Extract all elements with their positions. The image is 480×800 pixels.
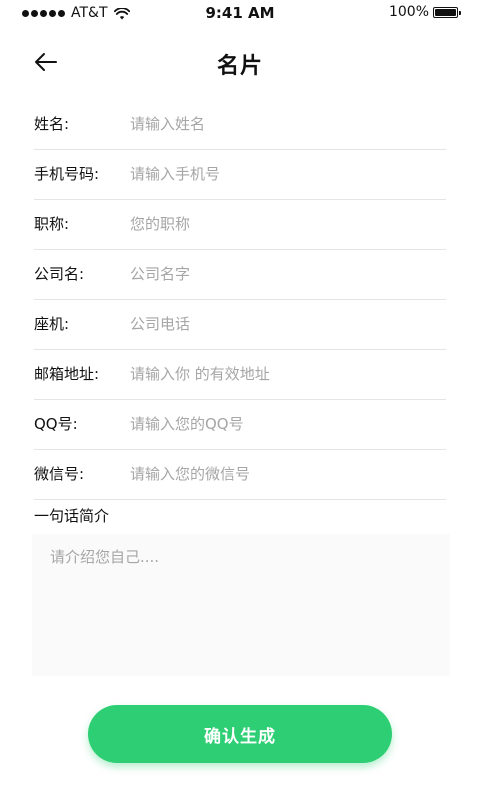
wechat-input[interactable] <box>130 460 446 488</box>
field-label: 座机: <box>34 315 70 333</box>
qq-input[interactable] <box>130 410 446 438</box>
landline-input[interactable] <box>130 310 446 338</box>
company-input[interactable] <box>130 260 446 288</box>
field-label: 邮箱地址: <box>34 365 100 383</box>
field-label: 姓名: <box>34 115 70 133</box>
field-label: 公司名: <box>34 265 85 283</box>
battery-icon <box>433 6 461 18</box>
field-name: 姓名: <box>34 100 446 150</box>
intro-textarea[interactable] <box>32 534 450 676</box>
status-bar: AT&T 9:41 AM 100% <box>0 0 480 26</box>
field-label: 手机号码: <box>34 165 100 183</box>
field-wechat: 微信号: <box>34 450 446 500</box>
intro-label: 一句话简介 <box>34 507 110 525</box>
field-label: 微信号: <box>34 465 85 483</box>
field-qq: QQ号: <box>34 400 446 450</box>
business-card-form: 姓名: 手机号码: 职称: 公司名: 座机: 邮箱地址: QQ号: 微信号: <box>34 100 446 500</box>
field-email: 邮箱地址: <box>34 350 446 400</box>
name-input[interactable] <box>130 110 446 138</box>
confirm-generate-button[interactable]: 确认生成 <box>88 705 392 763</box>
battery-percentage: 100% <box>388 4 429 20</box>
email-input[interactable] <box>130 360 446 388</box>
field-phone: 手机号码: <box>34 150 446 200</box>
field-landline: 座机: <box>34 300 446 350</box>
field-label: 职称: <box>34 215 70 233</box>
field-label: QQ号: <box>34 415 78 433</box>
field-company: 公司名: <box>34 250 446 300</box>
phone-input[interactable] <box>130 160 446 188</box>
job-title-input[interactable] <box>130 210 446 238</box>
status-right: 100% <box>388 4 461 20</box>
page-title: 名片 <box>216 54 263 79</box>
nav-bar: 名片 <box>0 40 480 84</box>
field-title: 职称: <box>34 200 446 250</box>
